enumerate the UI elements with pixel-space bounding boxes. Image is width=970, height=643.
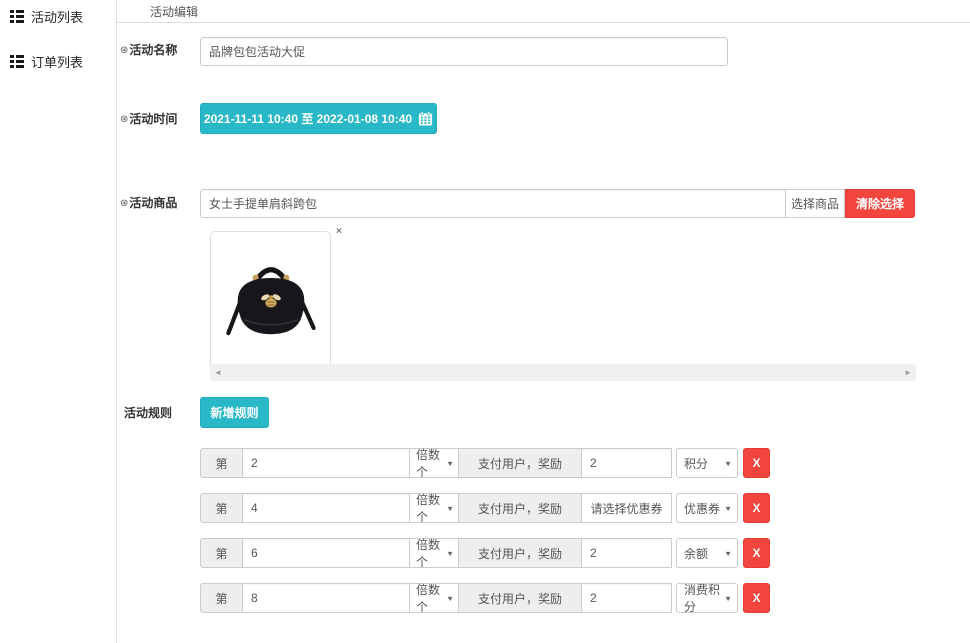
rule-prefix-label: 第 bbox=[200, 538, 243, 568]
rule-row: 第 倍数个▼ 支付用户，奖励 余额▼ X bbox=[200, 538, 770, 568]
scroll-right-icon[interactable]: ► bbox=[904, 364, 912, 381]
rule-reward-label: 支付用户，奖励 bbox=[458, 493, 582, 523]
required-mark-icon: ⊛ bbox=[120, 45, 128, 56]
rule-unit-select[interactable]: 倍数个▼ bbox=[409, 493, 459, 523]
rule-prefix-label: 第 bbox=[200, 448, 243, 478]
rule-prefix-label: 第 bbox=[200, 493, 243, 523]
rule-reward-value-input[interactable] bbox=[581, 538, 672, 568]
delete-rule-button[interactable]: X bbox=[743, 448, 770, 478]
chevron-down-icon: ▼ bbox=[724, 594, 732, 602]
delete-rule-button[interactable]: X bbox=[743, 583, 770, 613]
sidebar-item-label: 活动列表 bbox=[31, 7, 83, 26]
required-mark-icon: ⊛ bbox=[120, 198, 128, 209]
choose-coupon-button[interactable]: 请选择优惠券 bbox=[581, 493, 672, 523]
time-range-text: 2021-11-11 10:40 至 2022-01-08 10:40 bbox=[204, 110, 412, 127]
chevron-down-icon: ▼ bbox=[724, 504, 732, 512]
rule-prefix-label: 第 bbox=[200, 583, 243, 613]
chevron-down-icon: ▼ bbox=[446, 549, 454, 557]
activity-name-input[interactable] bbox=[200, 37, 728, 66]
activity-time-label: ⊛活动时间 bbox=[120, 110, 177, 127]
rule-row: 第 倍数个▼ 支付用户，奖励 消费积分▼ X bbox=[200, 583, 770, 613]
rule-reward-type-select[interactable]: 积分▼ bbox=[676, 448, 738, 478]
remove-product-icon[interactable]: × bbox=[336, 227, 342, 237]
activity-name-label: ⊛活动名称 bbox=[120, 41, 177, 58]
rule-reward-type-select[interactable]: 优惠券▼ bbox=[676, 493, 738, 523]
product-name-input[interactable] bbox=[200, 189, 786, 218]
delete-rule-button[interactable]: X bbox=[743, 493, 770, 523]
rule-unit-select[interactable]: 倍数个▼ bbox=[409, 583, 459, 613]
horizontal-scrollbar[interactable]: ◄ ► bbox=[210, 364, 916, 381]
clear-selection-button[interactable]: 清除选择 bbox=[845, 189, 915, 218]
rule-reward-type-select[interactable]: 余额▼ bbox=[676, 538, 738, 568]
rule-reward-value-input[interactable] bbox=[581, 583, 672, 613]
handbag-image bbox=[219, 245, 323, 361]
sidebar-item-activity-list[interactable]: 活动列表 bbox=[0, 2, 116, 31]
activity-rules-label: 活动规则 bbox=[124, 404, 172, 421]
time-range-button[interactable]: 2021-11-11 10:40 至 2022-01-08 10:40 bbox=[200, 103, 437, 134]
rule-count-input[interactable] bbox=[242, 583, 410, 613]
rule-reward-label: 支付用户，奖励 bbox=[458, 538, 582, 568]
rule-reward-label: 支付用户，奖励 bbox=[458, 448, 582, 478]
scroll-left-icon[interactable]: ◄ bbox=[214, 364, 222, 381]
calendar-icon bbox=[418, 111, 433, 126]
activity-product-label: ⊛活动商品 bbox=[120, 194, 177, 211]
add-rule-button[interactable]: 新增规则 bbox=[200, 397, 269, 428]
product-input-group: 选择商品 清除选择 bbox=[200, 189, 915, 218]
list-icon bbox=[10, 10, 24, 23]
list-icon bbox=[10, 55, 24, 68]
chevron-down-icon: ▼ bbox=[724, 459, 732, 467]
rule-count-input[interactable] bbox=[242, 448, 410, 478]
sidebar: 活动列表 订单列表 bbox=[0, 0, 117, 643]
rule-unit-select[interactable]: 倍数个▼ bbox=[409, 538, 459, 568]
rule-row: 第 倍数个▼ 支付用户，奖励 积分▼ X bbox=[200, 448, 770, 478]
chevron-down-icon: ▼ bbox=[724, 549, 732, 557]
rule-reward-label: 支付用户，奖励 bbox=[458, 583, 582, 613]
main-content: 活动编辑 ⊛活动名称 ⊛活动时间 2021-11-11 10:40 至 2022… bbox=[117, 0, 970, 643]
sidebar-item-label: 订单列表 bbox=[31, 52, 83, 71]
rule-reward-value-input[interactable] bbox=[581, 448, 672, 478]
product-thumbnail bbox=[210, 231, 331, 374]
rule-reward-type-select[interactable]: 消费积分▼ bbox=[676, 583, 738, 613]
rule-count-input[interactable] bbox=[242, 493, 410, 523]
sidebar-item-order-list[interactable]: 订单列表 bbox=[0, 47, 116, 76]
required-mark-icon: ⊛ bbox=[120, 114, 128, 125]
tab-bar: 活动编辑 bbox=[117, 0, 970, 23]
chevron-down-icon: ▼ bbox=[446, 594, 454, 602]
rule-row: 第 倍数个▼ 支付用户，奖励 请选择优惠券 优惠券▼ X bbox=[200, 493, 770, 523]
rule-unit-select[interactable]: 倍数个▼ bbox=[409, 448, 459, 478]
choose-product-button[interactable]: 选择商品 bbox=[785, 189, 845, 218]
chevron-down-icon: ▼ bbox=[446, 459, 454, 467]
rule-count-input[interactable] bbox=[242, 538, 410, 568]
chevron-down-icon: ▼ bbox=[446, 504, 454, 512]
tab-activity-edit[interactable]: 活动编辑 bbox=[150, 0, 198, 20]
app-window: 活动列表 订单列表 活动编辑 ⊛活动名称 ⊛活动时间 bbox=[0, 0, 970, 643]
delete-rule-button[interactable]: X bbox=[743, 538, 770, 568]
